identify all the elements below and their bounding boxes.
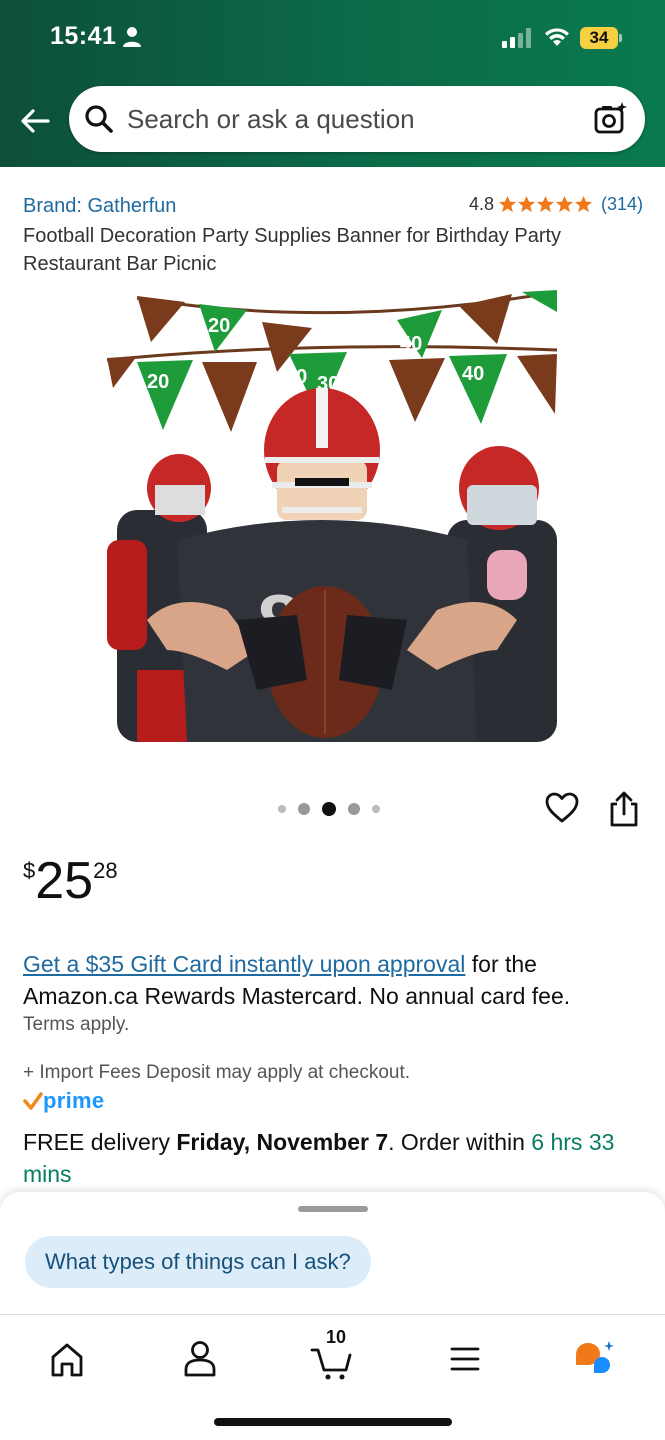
delivery-info: FREE delivery Friday, November 7. Order … [23,1126,643,1190]
delivery-mid: . Order within [388,1129,532,1155]
star-rating [498,195,593,214]
bottom-nav: 10 [0,1314,665,1440]
prime-badge: prime [23,1088,104,1114]
camera-lens-icon[interactable] [593,101,629,137]
gift-card-offer-link[interactable]: Get a $35 Gift Card instantly upon appro… [23,951,465,977]
account-icon[interactable] [176,1335,224,1383]
delivery-date: Friday, November 7 [176,1129,389,1155]
prime-check-icon [23,1092,43,1110]
carousel-dot[interactable] [348,803,360,815]
brand-link[interactable]: Brand: Gatherfun [23,195,176,218]
home-indicator [214,1418,452,1426]
credit-card-promo: Get a $35 Gift Card instantly upon appro… [23,948,643,1012]
carousel-dot[interactable] [372,805,380,813]
rating-count: (314) [600,194,643,214]
pennant-label: 20 [147,371,169,393]
football-players-image: 20 30 30 40 40 20 88 [107,290,557,742]
rufus-assistant-icon[interactable] [572,1335,620,1383]
delivery-prefix: FREE delivery [23,1129,177,1155]
image-carousel-dots[interactable] [278,802,380,816]
product-title: Football Decoration Party Supplies Banne… [23,225,562,275]
pennant-label: 20 [208,315,230,337]
star-icon [574,195,593,213]
price: $ 25 28 [23,852,118,910]
star-icon [555,195,574,213]
carousel-dot-active[interactable] [322,802,336,816]
wifi-icon [545,28,569,46]
person-icon [123,27,141,47]
carousel-dot[interactable] [278,805,286,813]
search-icon [85,105,113,133]
price-whole: 25 [35,852,94,910]
star-icon [517,195,536,213]
menu-icon[interactable] [441,1335,489,1383]
back-arrow-icon[interactable] [18,104,52,138]
search-input[interactable] [127,86,567,152]
carousel-dot[interactable] [298,803,310,815]
share-icon[interactable] [606,790,642,828]
star-icon [536,195,555,213]
sheet-drag-handle[interactable] [298,1206,368,1212]
price-currency: $ [23,858,36,883]
search-bar[interactable] [69,86,645,152]
pennant-label: 40 [462,363,484,385]
signal-icon [502,28,531,48]
star-icon [498,195,517,213]
battery-indicator: 34 [580,27,622,49]
battery-level: 34 [589,28,609,47]
heart-icon[interactable] [544,790,580,826]
assistant-sheet[interactable]: What types of things can I ask? [0,1192,665,1314]
app-header: 15:41 34 [0,0,665,167]
product-image[interactable]: 20 30 30 40 40 20 88 [107,290,557,742]
status-time: 15:41 [50,22,117,50]
cart-count: 10 [326,1327,347,1347]
pennant-label: 30 [285,366,307,388]
home-icon[interactable] [43,1335,91,1383]
prime-label: prime [43,1088,105,1113]
price-fraction: 28 [93,858,118,883]
pennant-label: 40 [400,333,422,355]
rating-summary[interactable]: 4.8 (314) [469,194,643,215]
terms-text: Terms apply. [23,1014,130,1035]
rating-value: 4.8 [468,194,494,214]
suggestion-chip[interactable]: What types of things can I ask? [25,1236,371,1288]
import-fees-note: + Import Fees Deposit may apply at check… [23,1062,411,1083]
